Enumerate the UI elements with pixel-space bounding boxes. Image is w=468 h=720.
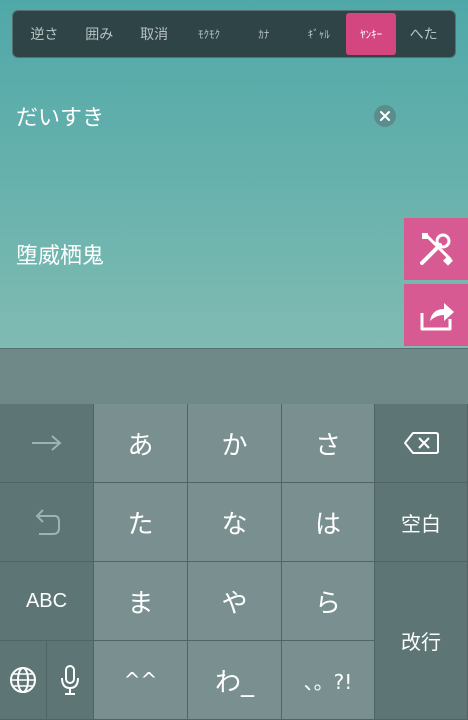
kana-keyboard: ABC あ か さ た な は ま や ら ^^ わ_ 、。?! 空白 改行: [0, 404, 468, 720]
text-input[interactable]: だいすき: [16, 100, 370, 132]
microphone-icon: [61, 665, 79, 695]
tab-heta[interactable]: へた: [396, 13, 451, 55]
undo-key[interactable]: [0, 483, 94, 562]
key-punctuation[interactable]: 、。?!: [282, 641, 375, 720]
undo-icon: [35, 509, 60, 535]
key-ma[interactable]: ま: [94, 562, 188, 641]
key-sa[interactable]: さ: [282, 404, 375, 483]
tab-sakasa[interactable]: 逆さ: [17, 13, 72, 55]
backspace-icon: [404, 432, 439, 454]
tab-mokumoku[interactable]: ﾓｸﾓｸ: [182, 13, 237, 55]
globe-key[interactable]: [0, 641, 47, 720]
key-ha[interactable]: は: [282, 483, 375, 562]
tab-kana[interactable]: ｶﾅ: [236, 13, 291, 55]
share-button[interactable]: [404, 284, 468, 346]
microphone-key[interactable]: [47, 641, 94, 720]
globe-icon: [10, 667, 36, 693]
tab-gyaru[interactable]: ｷﾞｬﾙ: [291, 13, 346, 55]
key-ka[interactable]: か: [188, 404, 282, 483]
key-emoticon[interactable]: ^^: [94, 641, 188, 720]
tools-button[interactable]: [404, 218, 468, 280]
arrow-right-key[interactable]: [0, 404, 94, 483]
clear-button[interactable]: [374, 105, 396, 127]
key-na[interactable]: な: [188, 483, 282, 562]
key-ya[interactable]: や: [188, 562, 282, 641]
input-row: だいすき: [16, 96, 396, 136]
tab-torikeshi[interactable]: 取消: [127, 13, 182, 55]
key-wa[interactable]: わ_: [188, 641, 282, 720]
key-a[interactable]: あ: [94, 404, 188, 483]
candidate-bar: [0, 348, 468, 404]
style-tab-bar: 逆さ 囲み 取消 ﾓｸﾓｸ ｶﾅ ｷﾞｬﾙ ﾔﾝｷｰ へた: [12, 10, 456, 58]
converted-output[interactable]: 堕威栖鬼: [16, 238, 104, 270]
tab-yankee[interactable]: ﾔﾝｷｰ: [346, 13, 397, 55]
backspace-key[interactable]: [375, 404, 468, 483]
editor-area: 逆さ 囲み 取消 ﾓｸﾓｸ ｶﾅ ｷﾞｬﾙ ﾔﾝｷｰ へた だいすき 堕威栖鬼: [0, 0, 468, 348]
tab-kakomi[interactable]: 囲み: [72, 13, 127, 55]
key-ra[interactable]: ら: [282, 562, 375, 641]
abc-key[interactable]: ABC: [0, 562, 94, 641]
key-ta[interactable]: た: [94, 483, 188, 562]
space-key[interactable]: 空白: [375, 483, 468, 562]
arrow-right-icon: [31, 435, 62, 451]
close-icon: [380, 111, 390, 121]
return-key[interactable]: 改行: [375, 562, 468, 720]
tools-icon: [420, 233, 453, 266]
share-icon: [420, 303, 454, 331]
